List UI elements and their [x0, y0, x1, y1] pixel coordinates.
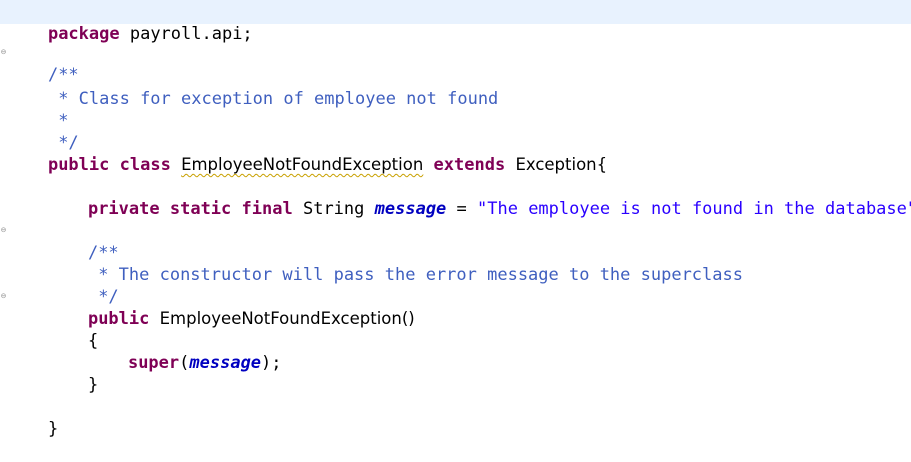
close-brace: }: [87, 375, 99, 395]
keyword-static: static: [169, 199, 232, 219]
code-line-comment-open[interactable]: /**: [7, 42, 79, 85]
paren-open: (: [179, 353, 190, 373]
code-line-constructor[interactable]: public EmployeeNotFoundException(): [47, 286, 415, 329]
code-line-close-brace[interactable]: }: [47, 352, 98, 395]
superclass-name: Exception{: [515, 155, 608, 174]
keyword-final: final: [241, 199, 293, 219]
collapse-fold-icon[interactable]: ⊖: [0, 227, 7, 234]
code-line-super-call[interactable]: super(message);: [87, 330, 282, 373]
keyword-super: super: [127, 353, 180, 373]
keyword-extends: extends: [433, 155, 506, 175]
constructor-comment-text: * The constructor will pass the error me…: [87, 265, 743, 285]
class-comment-text: * Class for exception of employee not fo…: [47, 89, 499, 109]
keyword-private: private: [87, 199, 160, 219]
package-name: payroll.api;: [119, 24, 253, 44]
collapse-fold-icon[interactable]: ⊖: [0, 49, 7, 56]
constructor-signature: EmployeeNotFoundException(): [159, 309, 415, 328]
field-message: message: [189, 353, 262, 373]
code-line-package[interactable]: package payroll.api;: [7, 1, 253, 44]
string-literal: "The employee is not found in the databa…: [477, 199, 911, 219]
collapse-fold-icon[interactable]: ⊖: [0, 293, 7, 300]
keyword-public: public: [47, 155, 110, 175]
type-string: String: [302, 199, 365, 219]
code-line-open-brace[interactable]: {: [47, 308, 98, 351]
assign-operator: =: [446, 199, 478, 219]
code-editor[interactable]: package payroll.api; ⊖ /** * Class for e…: [0, 0, 911, 439]
code-line-comment-close[interactable]: */: [7, 110, 78, 153]
code-line-comment-text[interactable]: * Class for exception of employee not fo…: [7, 66, 498, 109]
paren-close: );: [261, 353, 282, 373]
field-message: message: [374, 199, 447, 219]
code-line-class-declaration[interactable]: public class EmployeeNotFoundException e…: [7, 132, 607, 175]
code-line-ctor-comment-close[interactable]: */: [47, 264, 118, 307]
keyword-package: package: [47, 24, 120, 44]
code-line-field[interactable]: private static final String message = "T…: [47, 176, 911, 219]
code-line-comment-star[interactable]: *: [7, 88, 68, 131]
code-line-ctor-comment-text[interactable]: * The constructor will pass the error me…: [47, 242, 743, 285]
code-line-class-close-brace[interactable]: }: [7, 396, 58, 439]
keyword-class: class: [119, 155, 171, 175]
class-name: EmployeeNotFoundException: [181, 155, 424, 174]
class-close-brace: }: [47, 419, 59, 439]
code-line-ctor-comment-open[interactable]: /**: [47, 220, 119, 263]
